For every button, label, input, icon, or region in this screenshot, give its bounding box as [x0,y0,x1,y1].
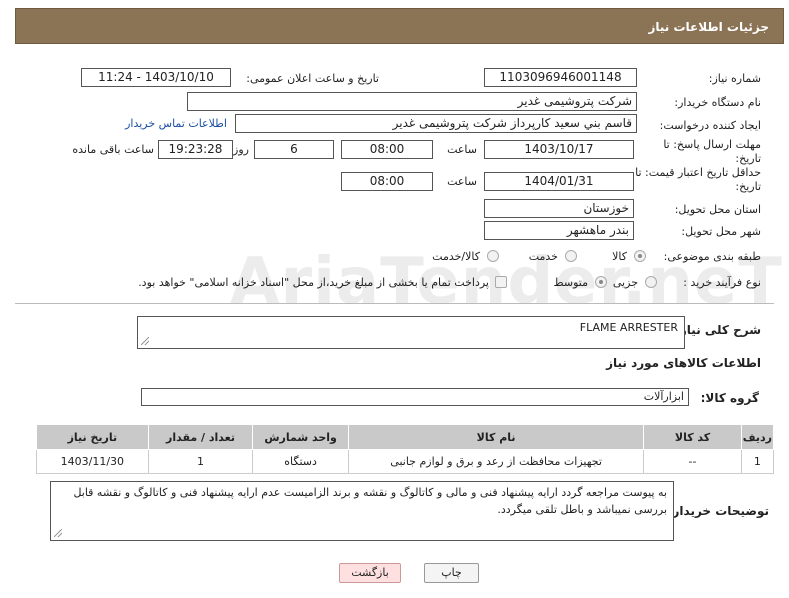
requester-label: ایجاد کننده درخواست: [659,119,761,132]
cell-quantity: 1 [147,449,254,474]
buyer-contact-link[interactable]: اطلاعات تماس خریدار [125,117,227,130]
resize-handle-icon[interactable] [141,337,149,345]
col-header-unit: واحد شمارش [252,424,349,450]
treasury-payment-note: پرداخت تمام یا بخشی از مبلغ خرید،از محل … [138,276,489,289]
need-number-field: 1103096946001148 [484,68,637,87]
buyer-notes-label: توضیحات خریدار: [667,504,769,518]
cell-row: 1 [740,449,775,474]
page-title: جزئیات اطلاعات نیاز [648,20,769,34]
goods-info-title: اطلاعات کالاهای مورد نیاز [606,356,761,370]
remaining-label: ساعت باقی مانده [72,143,154,156]
category-option-both: کالا/خدمت [432,250,480,263]
process-option-minor: جزیی [612,276,638,289]
col-header-row: ردیف [740,424,775,450]
price-time-label: ساعت [447,175,477,188]
province-field: خوزستان [484,199,634,218]
table-header-row: ردیف کد کالا نام کالا واحد شمارش تعداد /… [36,424,775,450]
buyer-org-label: نام دستگاه خریدار: [674,96,761,109]
need-description-text: FLAME ARRESTER [579,321,678,334]
city-field: بندر ماهشهر [484,221,634,240]
buyer-org-field: شرکت پتروشیمی غدیر [187,92,637,111]
goods-table: ردیف کد کالا نام کالا واحد شمارش تعداد /… [36,424,775,474]
need-number-label: شماره نیاز: [708,72,761,85]
col-header-date: تاریخ نیاز [36,424,149,450]
days-remaining-field: 6 [254,140,334,159]
table-row: 1 -- تجهیزات محافظت از رعد و برق و لوازم… [36,449,775,474]
reply-deadline-label: مهلت ارسال پاسخ: تا تاریخ: [663,138,761,165]
category-option-service: خدمت [528,250,558,263]
price-date-field: 1404/01/31 [484,172,634,191]
category-label: طبقه بندی موضوعی: [663,250,761,263]
reply-time-label: ساعت [447,143,477,156]
time-remaining-field: 19:23:28 [158,140,233,159]
city-label: شهر محل تحویل: [681,225,761,238]
resize-handle-icon[interactable] [54,529,62,537]
price-time-field: 08:00 [341,172,433,191]
category-radio-service[interactable] [565,250,577,262]
reply-date-field: 1403/10/17 [484,140,634,159]
print-button[interactable]: چاپ [424,563,479,583]
requester-field: قاسم بني سعيد کارپرداز شرکت پتروشیمی غدی… [235,114,637,133]
need-description-label: شرح کلی نیاز: [675,323,761,337]
province-label: استان محل تحویل: [674,203,761,216]
cell-unit: دستگاه [252,449,349,474]
announce-date-label: تاریخ و ساعت اعلان عمومی: [246,72,379,85]
process-radio-medium[interactable] [595,276,607,288]
need-description-field: FLAME ARRESTER [137,316,685,349]
header-bar: جزئیات اطلاعات نیاز [15,8,784,44]
announce-date-field: 1403/10/10 - 11:24 [81,68,231,87]
col-header-quantity: تعداد / مقدار [147,424,254,450]
buyer-notes-field: به پیوست مراجعه گردد ارایه پیشنهاد فنی و… [50,481,674,541]
price-deadline-label: حداقل تاریخ اعتبار قیمت: تا تاریخ: [635,166,761,193]
cell-date: 1403/11/30 [36,449,149,474]
cell-name: تجهیزات محافظت از رعد و برق و لوازم جانب… [347,449,645,474]
category-option-goods: کالا [612,250,627,263]
goods-group-field: ابزارآلات [141,388,689,406]
cell-code: -- [643,449,742,474]
treasury-payment-checkbox[interactable] [495,276,507,288]
category-radio-both[interactable] [487,250,499,262]
col-header-code: کد کالا [643,424,742,450]
process-type-label: نوع فرآیند خرید : [683,276,761,289]
category-radio-goods[interactable] [634,250,646,262]
reply-time-field: 08:00 [341,140,433,159]
section-divider [15,303,774,304]
col-header-name: نام کالا [347,424,645,450]
process-radio-minor[interactable] [645,276,657,288]
process-option-medium: متوسط [553,276,588,289]
goods-group-label: گروه کالا: [700,391,759,405]
back-button[interactable]: بازگشت [339,563,401,583]
buyer-notes-text: به پیوست مراجعه گردد ارایه پیشنهاد فنی و… [73,486,667,516]
